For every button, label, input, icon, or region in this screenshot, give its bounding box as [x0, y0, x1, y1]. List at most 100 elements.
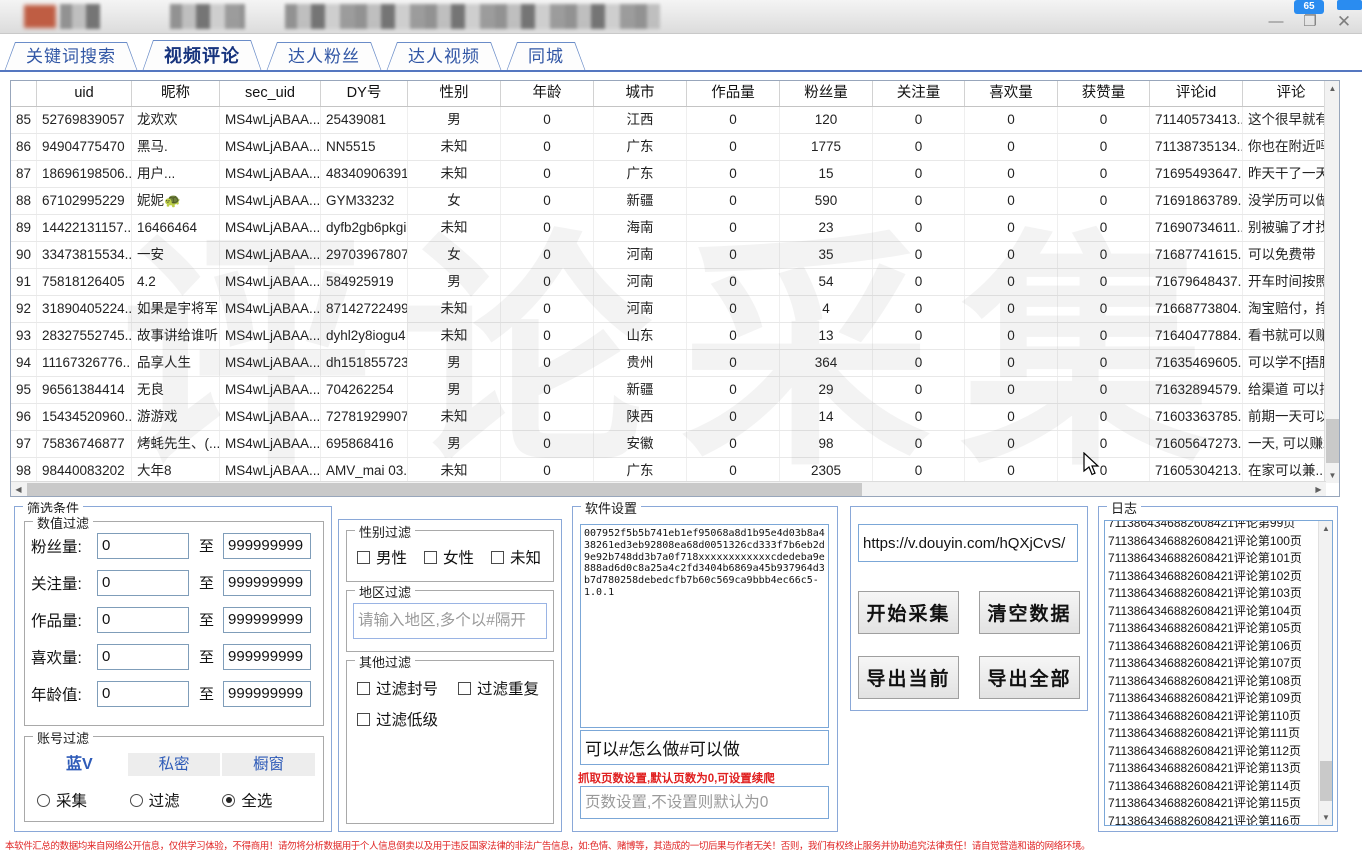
radio-label: 采集: [56, 789, 87, 811]
table-cell: 0: [501, 377, 594, 403]
numeric-min-input[interactable]: [97, 644, 189, 670]
radio-全选[interactable]: 全选: [222, 789, 315, 811]
account-segment-蓝V[interactable]: 蓝V: [33, 753, 126, 776]
vertical-scroll-thumb[interactable]: [1326, 419, 1339, 463]
numeric-filter-row: 喜欢量: 至: [31, 643, 323, 670]
tab-关键词搜索[interactable]: 关键词搜索: [4, 42, 138, 72]
column-header-评论id[interactable]: 评论id: [1150, 81, 1243, 106]
overlay-fragment: [1337, 0, 1362, 10]
page-count-input[interactable]: [580, 786, 829, 819]
scroll-right-icon[interactable]: ▶: [1311, 482, 1326, 497]
table-row[interactable]: 9231890405224...如果是宇将军...MS4wLjABAA...87…: [11, 296, 1326, 323]
row-number-cell: 88: [11, 188, 37, 214]
maximize-button[interactable]: ❐: [1296, 12, 1324, 32]
radio-过滤[interactable]: 过滤: [130, 789, 223, 811]
numeric-max-input[interactable]: [223, 570, 311, 596]
table-cell: 120: [780, 107, 873, 133]
table-row[interactable]: 9615434520960...游游戏MS4wLjABAA...72781929…: [11, 404, 1326, 431]
tab-达人视频[interactable]: 达人视频: [386, 42, 502, 72]
table-row[interactable]: 9328327552745...故事讲给谁听MS4wLjABAA...dyhl2…: [11, 323, 1326, 350]
scroll-up-icon[interactable]: ▲: [1319, 521, 1333, 536]
table-row[interactable]: 9033473815534...一安MS4wLjABAA...297039678…: [11, 242, 1326, 269]
table-cell: 14422131157...: [37, 215, 132, 241]
horizontal-scroll-thumb[interactable]: [27, 483, 862, 496]
column-header-DY号[interactable]: DY号: [321, 81, 408, 106]
minimize-button[interactable]: —: [1262, 12, 1290, 32]
export-all-button[interactable]: 导出全部: [979, 656, 1080, 699]
column-header-粉丝量[interactable]: 粉丝量: [780, 81, 873, 106]
numeric-min-input[interactable]: [97, 681, 189, 707]
log-scrollbar[interactable]: ▲ ▼: [1318, 521, 1332, 825]
numeric-min-input[interactable]: [97, 533, 189, 559]
table-cell: 0: [873, 404, 965, 430]
video-url-input[interactable]: [858, 524, 1078, 562]
start-collect-button[interactable]: 开始采集: [858, 591, 959, 634]
column-header-年龄[interactable]: 年龄: [501, 81, 594, 106]
table-cell: MS4wLjABAA...: [220, 458, 321, 483]
checkbox-女性[interactable]: 女性: [424, 546, 474, 568]
table-row[interactable]: 8552769839057龙欢欢MS4wLjABAA...25439081男0江…: [11, 107, 1326, 134]
numeric-max-input[interactable]: [223, 644, 311, 670]
column-header-作品量[interactable]: 作品量: [687, 81, 780, 106]
table-row[interactable]: 9775836746877烤蚝先生、(...MS4wLjABAA...69586…: [11, 431, 1326, 458]
checkbox-未知[interactable]: 未知: [491, 546, 541, 568]
numeric-max-input[interactable]: [223, 533, 311, 559]
to-label: 至: [199, 646, 214, 667]
checkbox-过滤低级[interactable]: 过滤低级: [357, 708, 438, 730]
column-header-sec_uid[interactable]: sec_uid: [220, 81, 321, 106]
table-row[interactable]: 8914422131157...16466464MS4wLjABAA...dyf…: [11, 215, 1326, 242]
clear-data-button[interactable]: 清空数据: [979, 591, 1080, 634]
table-row[interactable]: 8718696198506...用户...MS4wLjABAA...483409…: [11, 161, 1326, 188]
overlay-badge[interactable]: 65: [1294, 0, 1324, 14]
column-header-性别[interactable]: 性别: [408, 81, 501, 106]
tab-label: 同城: [506, 42, 586, 72]
tab-达人粉丝[interactable]: 达人粉丝: [266, 42, 382, 72]
tab-视频评论[interactable]: 视频评论: [142, 40, 262, 72]
export-current-button[interactable]: 导出当前: [858, 656, 959, 699]
table-row[interactable]: 8694904775470黑马.MS4wLjABAA...NN5515未知0广东…: [11, 134, 1326, 161]
keyword-input[interactable]: [580, 730, 829, 765]
checkbox-indicator-icon: [491, 551, 504, 564]
table-row[interactable]: 8867102995229妮妮🐢MS4wLjABAA...GYM33232女0新…: [11, 188, 1326, 215]
table-cell: MS4wLjABAA...: [220, 296, 321, 322]
account-segment-私密[interactable]: 私密: [128, 753, 221, 776]
column-header-获赞量[interactable]: 获赞量: [1058, 81, 1150, 106]
checkbox-过滤重复[interactable]: 过滤重复: [458, 677, 539, 699]
scroll-down-icon[interactable]: ▼: [1325, 468, 1340, 483]
table-row[interactable]: 91758181264054.2MS4wLjABAA...584925919男0…: [11, 269, 1326, 296]
numeric-min-input[interactable]: [97, 570, 189, 596]
numeric-filter-label: 喜欢量:: [31, 646, 97, 668]
radio-采集[interactable]: 采集: [37, 789, 130, 811]
numeric-max-input[interactable]: [223, 681, 311, 707]
table-horizontal-scrollbar[interactable]: ◀ ▶: [11, 481, 1326, 496]
region-input[interactable]: [353, 603, 547, 639]
close-button[interactable]: ✕: [1330, 12, 1358, 32]
scroll-up-icon[interactable]: ▲: [1325, 81, 1340, 96]
table-cell: 陕西: [594, 404, 687, 430]
table-cell: 0: [873, 161, 965, 187]
table-row[interactable]: 9411167326776...品享人生MS4wLjABAA...dh15185…: [11, 350, 1326, 377]
table-row[interactable]: 9898440083202大年8MS4wLjABAA...AMV_mai 03.…: [11, 458, 1326, 483]
checkbox-男性[interactable]: 男性: [357, 546, 407, 568]
table-vertical-scrollbar[interactable]: ▲ ▼: [1324, 81, 1339, 483]
tab-同城[interactable]: 同城: [506, 42, 586, 72]
log-scroll-thumb[interactable]: [1320, 761, 1332, 801]
table-cell: 0: [687, 107, 780, 133]
column-header-喜欢量[interactable]: 喜欢量: [965, 81, 1058, 106]
table-cell: 0: [965, 377, 1058, 403]
column-header-昵称[interactable]: 昵称: [132, 81, 220, 106]
table-cell: 15: [780, 161, 873, 187]
account-segment-橱窗[interactable]: 橱窗: [222, 753, 315, 776]
scroll-down-icon[interactable]: ▼: [1319, 810, 1333, 825]
log-list[interactable]: 7113864346882608421评论第99页711386434688260…: [1104, 520, 1333, 826]
column-header-uid[interactable]: uid: [37, 81, 132, 106]
table-row[interactable]: 9596561384414无良MS4wLjABAA...704262254男0新…: [11, 377, 1326, 404]
checkbox-过滤封号[interactable]: 过滤封号: [357, 677, 438, 699]
license-textarea[interactable]: 007952f5b5b741eb1ef95068a8d1b95e4d03b8a4…: [580, 524, 829, 728]
scroll-left-icon[interactable]: ◀: [11, 482, 26, 497]
numeric-max-input[interactable]: [223, 607, 311, 633]
numeric-min-input[interactable]: [97, 607, 189, 633]
table-cell: 1775: [780, 134, 873, 160]
column-header-关注量[interactable]: 关注量: [873, 81, 965, 106]
column-header-城市[interactable]: 城市: [594, 81, 687, 106]
